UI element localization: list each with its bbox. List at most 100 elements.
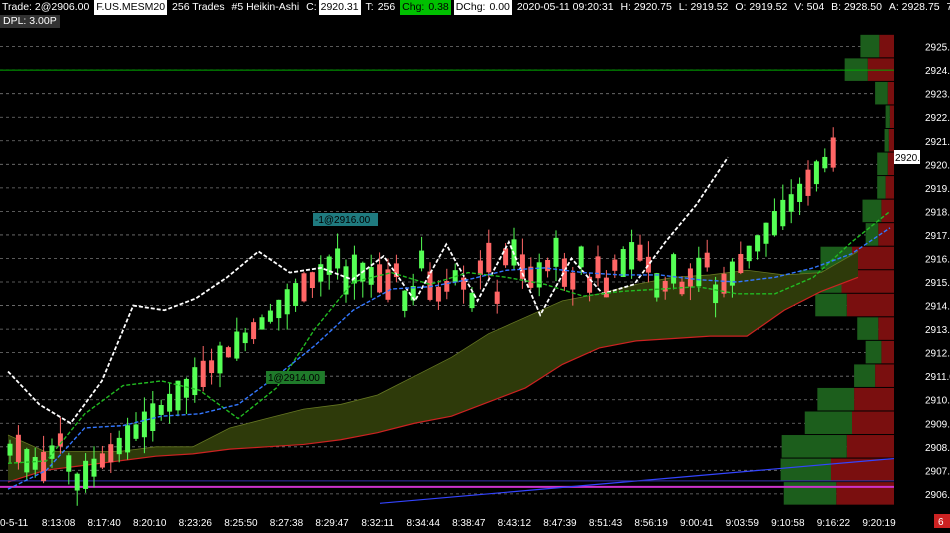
x-tick-label: 9:20:19	[862, 518, 896, 528]
datetime-label: 2020-05-11 09:20:31	[516, 1, 614, 13]
candle-body	[91, 458, 97, 477]
volume-profile-buy-bar	[877, 152, 888, 176]
x-tick-label: 0-5-11	[0, 518, 29, 528]
x-tick-label: 9:03:59	[726, 518, 760, 528]
x-tick-label: 9:16:22	[817, 518, 851, 528]
high-label: H: 2920.75	[620, 1, 672, 13]
volume-profile-sell-bar	[881, 199, 894, 223]
candle-body	[335, 248, 341, 269]
volume-profile-buy-bar	[854, 364, 876, 387]
volume-profile-buy-bar	[862, 199, 882, 223]
candle-body	[276, 299, 282, 319]
volume-profile-sell-bar	[854, 387, 894, 411]
volume-profile-buy-bar	[884, 128, 889, 152]
volume-profile-buy-bar	[804, 411, 852, 435]
candle-body	[251, 322, 257, 340]
candle-body	[763, 222, 769, 244]
t-caption: T:	[365, 1, 374, 13]
candle-body	[309, 272, 315, 289]
volume-profile-sell-bar	[888, 128, 894, 152]
y-tick-label: 2906.0	[925, 490, 950, 501]
candle-body	[780, 199, 786, 227]
y-tick-label: 2919.0	[925, 184, 950, 195]
candle-body	[503, 248, 509, 266]
volume-profile-buy-bar	[783, 482, 837, 505]
candle-body	[242, 332, 248, 344]
trade-marker-label: -1@2916.00	[315, 215, 371, 226]
volume-profile-sell-bar	[878, 317, 894, 340]
candle-body	[704, 252, 710, 268]
candle-body	[32, 456, 38, 470]
candle-body	[267, 310, 273, 322]
y-tick-label: 2909.0	[925, 419, 950, 430]
candle-body	[687, 268, 693, 287]
trade-marker-label: 1@2914.00	[268, 373, 320, 384]
x-tick-label: 8:34:44	[407, 518, 441, 528]
volume-profile-buy-bar	[885, 105, 890, 128]
candle-body	[587, 276, 593, 293]
size-label: 75x4	[946, 1, 950, 13]
candle-body	[696, 257, 702, 287]
y-tick-label: 2917.0	[925, 231, 950, 242]
candle-body	[200, 360, 206, 388]
x-tick-label: 8:13:08	[42, 518, 76, 528]
candle-body	[545, 259, 551, 272]
candle-body	[83, 460, 89, 489]
open-label: O: 2919.52	[735, 1, 788, 13]
candle-body	[217, 345, 223, 374]
x-tick-label: 8:51:43	[589, 518, 623, 528]
y-tick-label: 2924.0	[925, 66, 950, 77]
symbol-label[interactable]: F.US.MESM20	[94, 0, 168, 15]
close-value: 2920.31	[318, 0, 361, 15]
candle-body	[738, 254, 744, 274]
candle-body	[797, 183, 803, 202]
candle-body	[99, 453, 105, 468]
chg-caption: Chg:	[400, 0, 427, 15]
candle-body	[746, 245, 752, 262]
x-tick-label: 9:00:41	[680, 518, 714, 528]
x-tick-label: 8:17:40	[87, 518, 121, 528]
candle-body	[662, 280, 668, 292]
volume-profile-buy-bar	[877, 176, 886, 199]
candle-body	[477, 260, 483, 275]
y-tick-label: 2925.0	[925, 43, 950, 54]
volume-profile-sell-bar	[831, 458, 894, 482]
candle-body	[7, 443, 13, 456]
volume-profile-buy-bar	[781, 435, 847, 458]
candle-body	[284, 289, 290, 315]
y-tick-label: 2907.0	[925, 466, 950, 477]
volume-profile-sell-bar	[885, 176, 894, 199]
volume-profile-sell-bar	[881, 340, 894, 364]
candle-body	[671, 254, 677, 284]
x-tick-label: 8:38:47	[452, 518, 486, 528]
t-value: 256	[377, 1, 396, 13]
y-tick-label: 2923.0	[925, 90, 950, 101]
volume-profile-buy-bar	[860, 34, 880, 58]
y-tick-label: 2913.0	[925, 325, 950, 336]
candle-body	[234, 331, 240, 359]
candle-body	[15, 434, 21, 463]
volume-profile-sell-bar	[846, 435, 894, 458]
volume-profile-sell-bar	[889, 105, 894, 128]
candle-body	[116, 437, 122, 455]
candle-body	[620, 249, 626, 277]
candle-body	[158, 405, 164, 415]
y-tick-label: 2914.0	[925, 302, 950, 313]
x-tick-label: 8:27:38	[270, 518, 304, 528]
candle-body	[570, 272, 576, 290]
chart-area[interactable]: 2906.0 2907.0 2908.0 2909.0 2910.0 2911.0 2912…	[0, 0, 950, 529]
y-tick-label: 2916.0	[925, 254, 950, 265]
volume-profile-buy-bar	[875, 81, 888, 105]
candle-body	[713, 284, 719, 304]
candle-body	[368, 267, 374, 285]
dchg-value: 0.00	[487, 0, 512, 15]
candle-body	[612, 259, 618, 271]
candle-body	[183, 378, 189, 398]
dchg-caption: DChg:	[453, 0, 488, 15]
candle-body	[578, 246, 584, 268]
candle-body	[209, 360, 215, 374]
price-chart[interactable]: 2906.0 2907.0 2908.0 2909.0 2910.0 2911.0 2912…	[0, 0, 950, 529]
candle-body	[74, 473, 80, 491]
candle-body	[813, 161, 819, 185]
candle-body	[494, 291, 500, 304]
